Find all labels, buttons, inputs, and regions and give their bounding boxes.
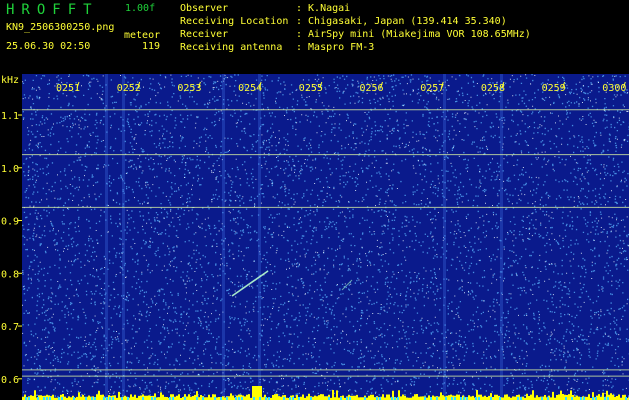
freq-tick-label: 0.7 [1,322,19,333]
info-observer: Observer : K.Nagai [180,3,350,14]
info-key: Receiving Location [180,16,289,27]
time-band [258,74,261,400]
app-title: HROFFT [6,2,99,18]
info-key: Observer [180,3,229,14]
info-key: Receiving antenna [180,42,283,53]
time-tick-label: 0259 [542,83,566,94]
frequency-unit-label: kHz [1,75,19,86]
file-name: KN9_2506300250.png [6,22,115,33]
freq-tick-label: 0.9 [1,217,19,228]
time-tick-label: 0258 [481,83,505,94]
time-band [122,74,125,400]
info-value: : Chigasaki, Japan (139.414 35.340) [296,16,507,27]
info-value: : Maspro FM-3 [296,42,375,53]
mode-label: meteor [124,30,161,41]
info-antenna: Receiving antenna : Maspro FM-3 [180,42,374,53]
time-band [105,74,108,400]
time-band [222,74,225,400]
y-axis-area [0,74,22,400]
freq-tick-label: 0.6 [1,375,19,386]
time-tick-label: 0256 [360,83,384,94]
header: HROFFT 1.00f KN9_2506300250.png meteor 2… [0,0,629,74]
info-key: Receiver [180,29,229,40]
time-band [500,74,503,400]
time-tick-label: 0254 [238,83,262,94]
time-tick-label: 0253 [177,83,201,94]
time-tick-label: 0255 [299,83,323,94]
info-receiver: Receiver : AirSpy mini (Miakejima VOR 108… [180,29,531,40]
freq-tick-label: 0.8 [1,269,19,280]
info-location: Receiving Location : Chigasaki, Japan (13… [180,16,507,27]
time-band [443,74,446,400]
time-tick-label: 0257 [420,83,444,94]
time-tick-label: 0251 [56,83,80,94]
freq-tick-label: 1.1 [1,111,19,122]
freq-tick-label: 1.0 [1,164,19,175]
spectrogram-background [22,74,629,400]
spectrogram: 0251 0252 0253 0254 0255 0256 0257 0258 0259 0300… [0,74,629,400]
spectrogram-panel: 0251 0252 0253 0254 0255 0256 0257 0258 0259 0300… [0,74,629,400]
time-tick-label: 0252 [117,83,141,94]
date-time: 25.06.30 02:50 [6,41,91,52]
echo-count: 119 [142,41,161,52]
time-tick-label: 0300 [602,83,626,94]
info-value: : K.Nagai [296,3,351,14]
app-version: 1.00f [125,3,156,14]
info-value: : AirSpy mini (Miakejima VOR 108.65MHz) [296,29,531,40]
